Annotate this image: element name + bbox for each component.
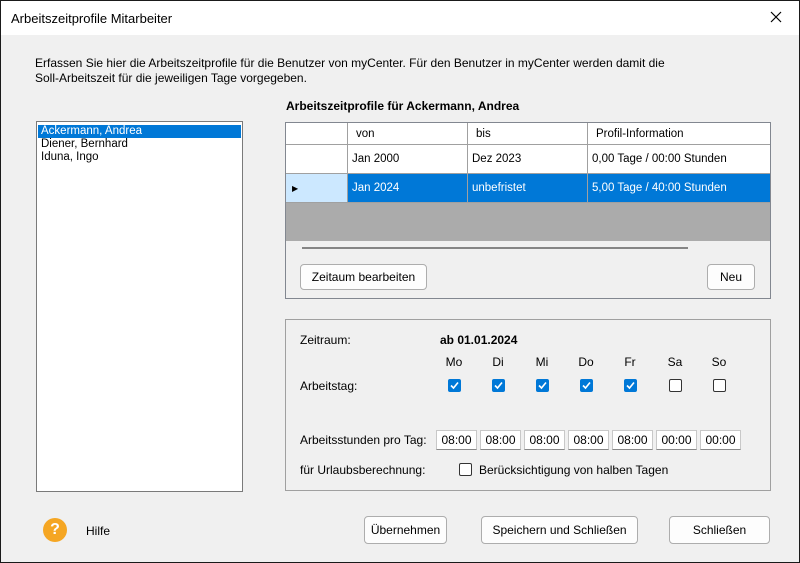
- day-label-do: Do: [578, 355, 594, 369]
- table-row[interactable]: ▶ Jan 2024 unbefristet 5,00 Tage / 40:00…: [286, 174, 770, 203]
- workday-checkbox-do[interactable]: [580, 379, 593, 392]
- table-row[interactable]: Jan 2000 Dez 2023 0,00 Tage / 00:00 Stun…: [286, 145, 770, 174]
- grid-header-row: von bis Profil-Information: [286, 123, 770, 145]
- hours-field-mo[interactable]: 08:00: [436, 430, 477, 450]
- title-bar: Arbeitszeitprofile Mitarbeiter: [1, 1, 799, 35]
- zeitraum-label: Zeitraum:: [300, 333, 351, 347]
- help-icon[interactable]: ?: [43, 518, 67, 542]
- hours-field-do[interactable]: 08:00: [568, 430, 609, 450]
- user-list[interactable]: Ackermann, Andrea Diener, Bernhard Iduna…: [36, 121, 243, 492]
- help-label[interactable]: Hilfe: [86, 524, 110, 538]
- stunden-label: Arbeitsstunden pro Tag:: [300, 433, 427, 447]
- half-days-checkbox[interactable]: [459, 463, 472, 476]
- scrollbar-thumb[interactable]: [302, 247, 688, 249]
- zeitraum-value: ab 01.01.2024: [440, 333, 518, 347]
- description-text: Erfassen Sie hier die Arbeitszeitprofile…: [35, 56, 665, 85]
- profiles-grid: von bis Profil-Information Jan 2000 Dez …: [286, 123, 770, 241]
- dialog-window: Arbeitszeitprofile Mitarbeiter Erfassen …: [0, 0, 800, 563]
- day-label-di: Di: [492, 355, 504, 369]
- column-header-von[interactable]: von: [348, 123, 468, 145]
- apply-button[interactable]: Übernehmen: [364, 516, 447, 544]
- hours-field-di[interactable]: 08:00: [480, 430, 521, 450]
- workday-checkbox-sa[interactable]: [669, 379, 682, 392]
- close-icon: [770, 11, 782, 26]
- cell-info[interactable]: 0,00 Tage / 00:00 Stunden: [588, 145, 770, 174]
- hours-field-sa[interactable]: 00:00: [656, 430, 697, 450]
- hours-field-so[interactable]: 00:00: [700, 430, 741, 450]
- user-list-item[interactable]: Diener, Bernhard: [38, 138, 241, 151]
- arbeitstag-label: Arbeitstag:: [300, 379, 358, 393]
- cell-bis[interactable]: Dez 2023: [468, 145, 588, 174]
- edit-period-button[interactable]: Zeitaum bearbeiten: [300, 264, 427, 290]
- workday-checkbox-fr[interactable]: [624, 379, 637, 392]
- workday-checkbox-mo[interactable]: [448, 379, 461, 392]
- half-days-label[interactable]: Berücksichtigung von halben Tagen: [479, 463, 668, 477]
- close-button[interactable]: Schließen: [669, 516, 770, 544]
- row-header-cell[interactable]: [286, 145, 348, 174]
- profile-settings-panel: Zeitraum: ab 01.01.2024 Mo Di Mi Do Fr S…: [285, 319, 771, 491]
- cell-von[interactable]: Jan 2000: [348, 145, 468, 174]
- column-header-bis[interactable]: bis: [468, 123, 588, 145]
- day-label-so: So: [711, 355, 727, 369]
- hours-field-mi[interactable]: 08:00: [524, 430, 565, 450]
- row-header-cell[interactable]: ▶: [286, 174, 348, 203]
- row-header-column: [286, 123, 348, 145]
- new-button[interactable]: Neu: [707, 264, 755, 290]
- day-label-mi: Mi: [535, 355, 549, 369]
- cell-bis[interactable]: unbefristet: [468, 174, 588, 203]
- cell-von[interactable]: Jan 2024: [348, 174, 468, 203]
- profiles-title: Arbeitszeitprofile für Ackermann, Andrea: [286, 99, 520, 113]
- day-label-fr: Fr: [624, 355, 636, 369]
- cell-info[interactable]: 5,00 Tage / 40:00 Stunden: [588, 174, 770, 203]
- workday-checkbox-di[interactable]: [492, 379, 505, 392]
- urlaub-label: für Urlaubsberechnung:: [300, 463, 426, 477]
- day-label-sa: Sa: [667, 355, 683, 369]
- user-list-item[interactable]: Ackermann, Andrea: [38, 125, 241, 138]
- close-window-button[interactable]: [753, 1, 799, 35]
- workday-checkbox-so[interactable]: [713, 379, 726, 392]
- hours-field-fr[interactable]: 08:00: [612, 430, 653, 450]
- window-title: Arbeitszeitprofile Mitarbeiter: [11, 11, 173, 26]
- user-list-item[interactable]: Iduna, Ingo: [38, 151, 241, 164]
- day-label-mo: Mo: [445, 355, 463, 369]
- workday-checkbox-mi[interactable]: [536, 379, 549, 392]
- current-row-icon: ▶: [292, 183, 299, 193]
- profiles-panel: von bis Profil-Information Jan 2000 Dez …: [285, 122, 771, 299]
- save-and-close-button[interactable]: Speichern und Schließen: [481, 516, 638, 544]
- horizontal-scrollbar[interactable]: [286, 241, 770, 256]
- column-header-info[interactable]: Profil-Information: [588, 123, 770, 145]
